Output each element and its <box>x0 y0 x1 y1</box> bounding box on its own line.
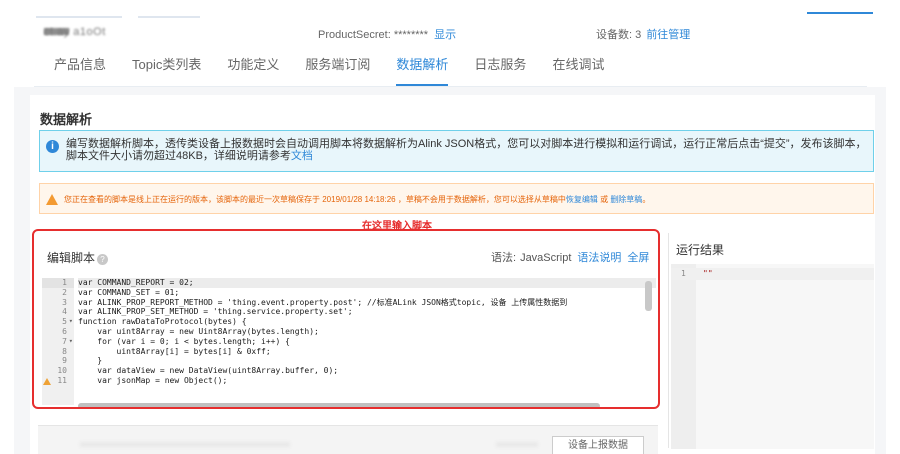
warning-text: 您正在查看的脚本是线上正在运行的版本，该脚本的最近一次草稿保存于 2019/01… <box>64 195 650 204</box>
draft-warning: 您正在查看的脚本是线上正在运行的版本，该脚本的最近一次草稿保存于 2019/01… <box>39 183 874 214</box>
device-count-value: 3 <box>635 29 642 41</box>
info-message: i 编写数据解析脚本，透传类设备上报数据时会自动调用脚本将数据解析为Alink … <box>39 130 874 172</box>
doc-link[interactable]: 文档 <box>291 150 313 162</box>
device-report-data-button[interactable]: 设备上报数据 <box>552 436 644 454</box>
page-title: 数据解析 <box>40 112 93 127</box>
tab-server-subscription[interactable]: 服务端订阅 <box>305 56 370 86</box>
info-message-text: 编写数据解析脚本，透传类设备上报数据时会自动调用脚本将数据解析为Alink JS… <box>66 138 867 162</box>
top-tab-underline <box>36 16 122 18</box>
warning-icon <box>46 194 58 205</box>
restore-edit-link[interactable]: 恢复编辑 <box>566 195 598 204</box>
show-secret-link[interactable]: 显示 <box>434 29 456 41</box>
result-line-number: 1 <box>681 269 686 278</box>
tab-topic-list[interactable]: Topic类列表 <box>132 56 201 86</box>
product-tabs: 产品信息 Topic类列表 功能定义 服务端订阅 数据解析 日志服务 在线调试 <box>54 56 604 86</box>
top-bar: ct.ay a1oOt ProductSecret: ******** 显示 设… <box>0 0 900 48</box>
manage-devices-link[interactable]: 前往管理 <box>646 29 690 41</box>
top-right-tab-underline <box>807 12 873 14</box>
tab-log-service[interactable]: 日志服务 <box>474 56 526 86</box>
top-tab-underline <box>138 16 200 18</box>
info-icon: i <box>46 140 59 153</box>
result-output[interactable]: 1 "" <box>671 264 874 449</box>
product-secret: ProductSecret: ******** 显示 <box>318 26 456 42</box>
product-secret-label: ProductSecret: <box>318 29 391 41</box>
device-count: 设备数: 3 前往管理 <box>596 26 690 42</box>
warning-message: 您正在查看的脚本是线上正在运行的版本，该脚本的最近一次草稿保存于 2019/01… <box>64 195 566 204</box>
warning-period: 。 <box>642 195 651 204</box>
product-name: ct.ay a1oOt <box>44 26 106 38</box>
result-gutter <box>671 264 696 449</box>
delete-draft-link[interactable]: 删除草稿 <box>610 195 642 204</box>
result-title: 运行结果 <box>676 243 725 257</box>
blurred-text <box>496 442 538 447</box>
tab-function-definition[interactable]: 功能定义 <box>227 56 279 86</box>
blurred-text <box>80 442 290 447</box>
device-count-label: 设备数: <box>596 29 633 41</box>
tab-product-info[interactable]: 产品信息 <box>54 56 106 86</box>
result-value: "" <box>703 269 713 278</box>
info-text: 编写数据解析脚本，透传类设备上报数据时会自动调用脚本将数据解析为Alink JS… <box>66 138 871 162</box>
tab-data-parsing[interactable]: 数据解析 <box>396 56 449 86</box>
warning-or: 或 <box>600 195 609 204</box>
annotation-highlight-box <box>32 229 660 409</box>
result-active-row <box>671 268 874 280</box>
product-secret-value: ******** <box>393 29 429 41</box>
tab-online-debug[interactable]: 在线调试 <box>552 56 604 86</box>
